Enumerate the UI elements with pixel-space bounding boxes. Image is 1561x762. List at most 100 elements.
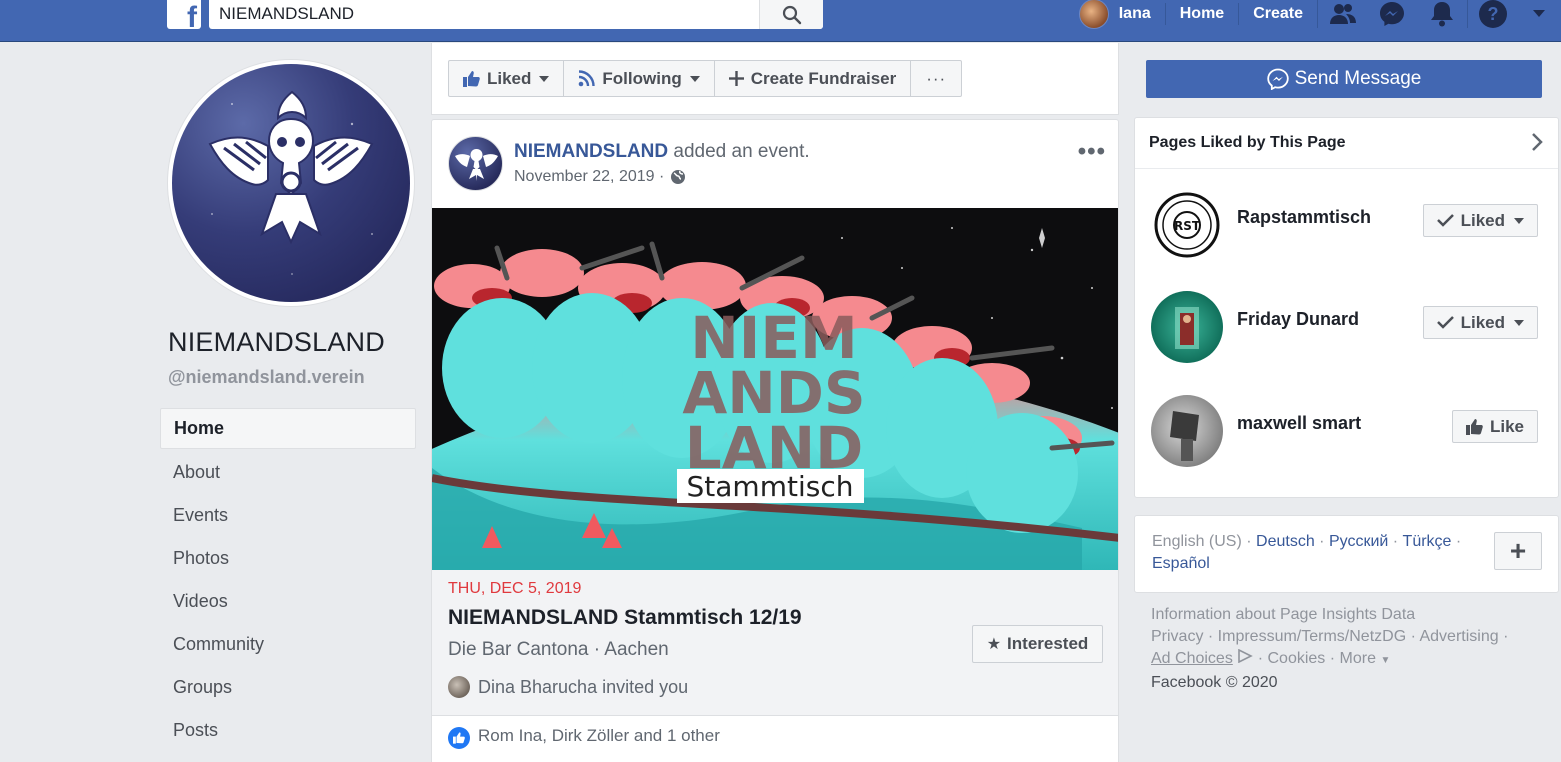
plus-icon <box>728 71 744 86</box>
dropdown-arrow-icon <box>1533 10 1545 17</box>
following-button[interactable]: Following <box>563 60 715 97</box>
page-navigation: Home About Events Photos Videos Communit… <box>160 408 416 752</box>
page-insights-link[interactable]: Information about Page Insights Data <box>1151 604 1551 626</box>
liked-page-name[interactable]: Friday Dunard <box>1237 309 1359 330</box>
cookies-link[interactable]: Cookies <box>1268 650 1326 667</box>
event-post: NIEMANDSLAND added an event. November 22… <box>431 119 1119 762</box>
impressum-link[interactable]: Impressum/Terms/NetzDG <box>1218 628 1406 645</box>
rapstammtisch-avatar[interactable]: RST <box>1151 189 1223 261</box>
event-invite: Dina Bharucha invited you <box>448 676 688 698</box>
liked-button[interactable]: Liked <box>448 60 565 97</box>
bell-icon <box>1431 2 1453 27</box>
nav-item-photos[interactable]: Photos <box>160 537 416 580</box>
create-fundraiser-label: Create Fundraiser <box>750 68 897 88</box>
like-reaction-icon <box>448 727 470 749</box>
friday-dunard-avatar[interactable] <box>1151 291 1223 363</box>
nav-item-community[interactable]: Community <box>160 623 416 666</box>
following-label: Following <box>602 68 682 88</box>
top-nav-right: Iana Home Create ? <box>1078 0 1561 29</box>
facebook-logo-icon[interactable]: f <box>167 0 201 29</box>
post-author-avatar[interactable] <box>448 136 503 191</box>
friends-icon <box>1329 4 1356 24</box>
create-fundraiser-button[interactable]: Create Fundraiser <box>713 60 912 97</box>
language-link-deutsch[interactable]: Deutsch <box>1256 533 1315 550</box>
user-name: Iana <box>1118 5 1151 22</box>
action-button-group: Liked Following Create Fundraiser ··· <box>448 60 963 97</box>
ad-choices-icon <box>1238 648 1254 664</box>
post-action-text: added an event. <box>668 141 810 162</box>
nav-item-groups[interactable]: Groups <box>160 666 416 709</box>
nav-item-videos[interactable]: Videos <box>160 580 416 623</box>
profile-link[interactable]: Iana <box>1078 0 1165 29</box>
notifications-button[interactable] <box>1417 0 1467 28</box>
post-reactions[interactable]: Rom Ina, Dirk Zöller and 1 other <box>432 715 1118 762</box>
more-dropdown-icon: ▼ <box>1380 655 1391 666</box>
more-languages-button[interactable]: + <box>1494 532 1542 570</box>
liked-page-name[interactable]: Rapstammtisch <box>1237 207 1371 228</box>
rss-feed-icon <box>579 70 596 87</box>
post-timestamp: November 22, 2019 · <box>514 168 686 186</box>
post-date-text[interactable]: November 22, 2019 · <box>514 168 664 186</box>
help-button[interactable]: ? <box>1467 0 1517 28</box>
create-link[interactable]: Create <box>1238 3 1317 25</box>
nav-item-home[interactable]: Home <box>160 408 416 449</box>
liked-page-button[interactable]: Liked <box>1422 306 1538 339</box>
language-link-spanish[interactable]: Español <box>1152 555 1210 572</box>
more-actions-button[interactable]: ··· <box>910 60 963 97</box>
language-list: English (US) · Deutsch · Русский · Türkç… <box>1152 533 1462 572</box>
friend-requests-button[interactable] <box>1317 0 1367 28</box>
maxwell-smart-avatar[interactable] <box>1151 395 1223 467</box>
event-details[interactable]: THU, DEC 5, 2019 NIEMANDSLAND Stammtisch… <box>432 570 1118 715</box>
pages-liked-header[interactable]: Pages Liked by This Page <box>1135 118 1558 169</box>
chevron-down-icon <box>539 75 550 82</box>
svg-text:RST: RST <box>1174 219 1201 233</box>
page-name: NIEMANDSLAND <box>168 327 385 357</box>
page-username[interactable]: @niemandsland.verein <box>168 367 365 388</box>
check-icon <box>1436 316 1454 329</box>
ad-choices-link[interactable]: Ad Choices <box>1151 650 1233 667</box>
event-location: Die Bar Cantona · Aachen <box>448 639 669 660</box>
invite-text: Dina Bharucha invited you <box>478 676 689 697</box>
more-link[interactable]: More <box>1340 650 1376 667</box>
page-profile-picture[interactable] <box>168 60 414 306</box>
nav-item-events[interactable]: Events <box>160 494 416 537</box>
star-icon: ★ <box>986 636 1002 653</box>
thumbs-up-icon <box>1465 418 1483 435</box>
language-link-turkish[interactable]: Türkçe <box>1403 533 1452 550</box>
liked-page-button-label: Liked <box>1460 210 1505 230</box>
like-page-button[interactable]: Like <box>1451 410 1538 443</box>
search-button[interactable] <box>759 0 823 29</box>
liked-page-name[interactable]: maxwell smart <box>1237 413 1361 434</box>
page-logo-image <box>172 64 410 302</box>
help-icon: ? <box>1478 0 1507 28</box>
like-page-button-label: Like <box>1489 416 1524 436</box>
event-date: THU, DEC 5, 2019 <box>448 580 582 597</box>
post-options-button[interactable]: ••• <box>1078 138 1106 166</box>
messenger-button[interactable] <box>1367 0 1417 28</box>
nav-item-about[interactable]: About <box>160 451 416 494</box>
language-selector: English (US) · Deutsch · Русский · Türkç… <box>1134 515 1559 593</box>
liked-page-item: Friday Dunard Liked <box>1151 291 1546 363</box>
chevron-right-icon <box>1532 133 1543 151</box>
search-input[interactable] <box>219 2 759 26</box>
interested-label: Interested <box>1007 634 1089 653</box>
nav-item-posts[interactable]: Posts <box>160 709 416 752</box>
language-link-russian[interactable]: Русский <box>1329 533 1388 550</box>
messenger-icon <box>1380 2 1404 26</box>
interested-button[interactable]: ★ Interested <box>972 625 1103 663</box>
home-link[interactable]: Home <box>1164 3 1238 25</box>
liked-label: Liked <box>487 68 532 88</box>
privacy-link[interactable]: Privacy <box>1151 628 1203 645</box>
post-author-link[interactable]: NIEMANDSLAND <box>514 141 668 162</box>
post-header: NIEMANDSLAND added an event. <box>514 141 810 163</box>
send-message-button[interactable]: Send Message <box>1146 60 1542 98</box>
top-navigation-bar: f Iana Home Create ? <box>0 0 1561 42</box>
account-menu-button[interactable] <box>1517 0 1561 28</box>
advertising-link[interactable]: Advertising <box>1419 628 1498 645</box>
liked-page-button[interactable]: Liked <box>1422 204 1538 237</box>
event-title[interactable]: NIEMANDSLAND Stammtisch 12/19 <box>448 606 802 630</box>
inviter-avatar <box>448 676 470 698</box>
pages-liked-title: Pages Liked by This Page <box>1149 134 1346 151</box>
event-cover-image[interactable]: NIEM ANDS LAND Stammtisch <box>432 208 1118 570</box>
search-icon <box>782 5 801 24</box>
